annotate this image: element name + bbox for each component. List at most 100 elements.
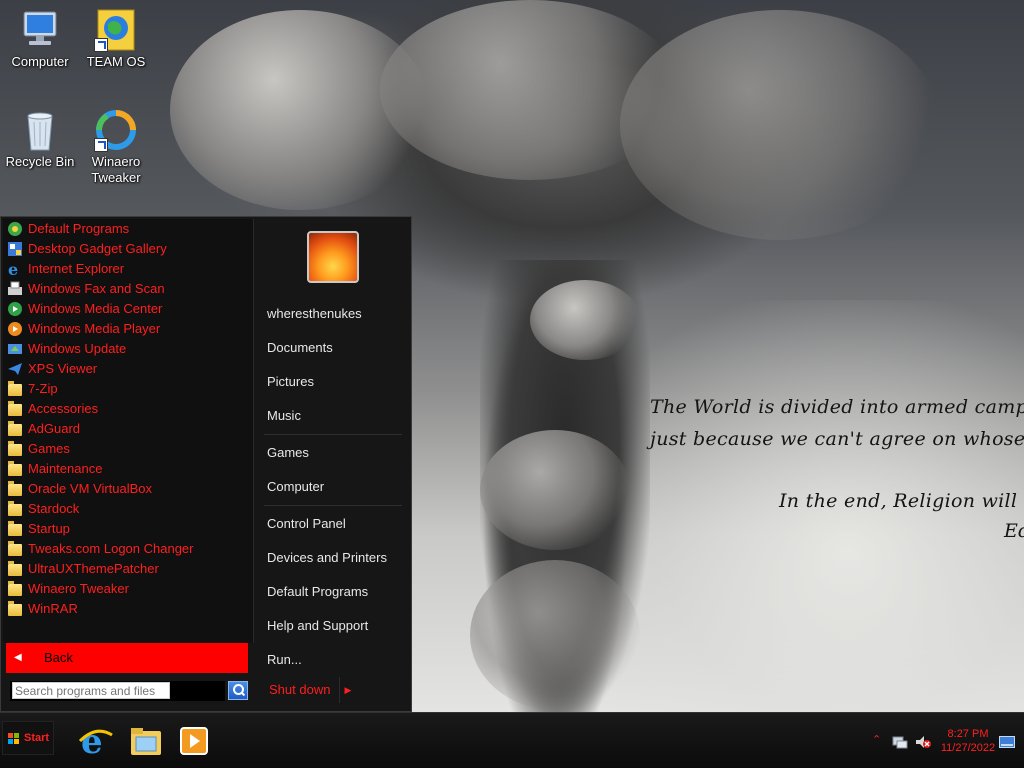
program-label: Desktop Gadget Gallery — [28, 241, 167, 256]
right-item-games[interactable]: Games — [254, 441, 404, 465]
program-folder[interactable]: Winaero Tweaker — [3, 579, 253, 599]
folder-icon — [8, 481, 22, 496]
clock-date: 11/27/2022 — [940, 742, 996, 754]
program-item[interactable]: Windows Fax and Scan — [3, 279, 253, 299]
desktop-icon-label: Recycle Bin — [5, 154, 75, 169]
desktop-icon-label: TEAM OS — [86, 54, 146, 69]
volume-muted-icon[interactable] — [915, 735, 931, 749]
start-button[interactable]: Start — [2, 721, 54, 755]
program-folder[interactable]: Maintenance — [3, 459, 253, 479]
windows-logo-icon — [8, 733, 20, 745]
program-item[interactable]: e Internet Explorer — [3, 259, 253, 279]
computer-icon — [18, 8, 62, 52]
right-item-control-panel[interactable]: Control Panel — [254, 512, 404, 536]
gadget-gallery-icon — [7, 241, 23, 257]
program-label: Windows Update — [28, 341, 127, 356]
program-label: Windows Media Player — [28, 321, 161, 336]
right-pane-divider — [264, 434, 402, 435]
folder-icon — [8, 521, 22, 536]
internet-explorer-taskbar-icon[interactable]: e — [78, 722, 114, 762]
file-explorer-taskbar-icon[interactable] — [128, 723, 164, 759]
shutdown-label: Shut down — [269, 682, 331, 697]
fax-scan-icon — [7, 281, 23, 297]
start-menu: Default Programs Desktop Gadget Gallery … — [0, 216, 412, 712]
program-folder[interactable]: AdGuard — [3, 419, 253, 439]
program-folder[interactable]: Games — [3, 439, 253, 459]
desktop-icon-team-os[interactable]: TEAM OS — [76, 8, 156, 70]
user-avatar[interactable] — [307, 231, 359, 283]
program-label: AdGuard — [28, 421, 81, 436]
program-label: Games — [28, 441, 70, 456]
desktop-icon-label: Winaero Tweaker — [91, 154, 141, 185]
program-label: Windows Media Center — [28, 301, 163, 316]
program-item[interactable]: Windows Update — [3, 339, 253, 359]
clock-time: 8:27 PM — [947, 728, 989, 740]
program-label: Winaero Tweaker — [28, 581, 129, 596]
internet-explorer-icon: e — [7, 260, 23, 279]
media-center-icon — [7, 301, 23, 317]
program-label: UltraUXThemePatcher — [28, 561, 159, 576]
folder-icon — [8, 561, 22, 576]
recycle-bin-icon — [18, 108, 62, 152]
network-icon[interactable] — [892, 735, 908, 749]
shutdown-options-chevron-icon[interactable]: ▶ — [339, 677, 356, 703]
program-folder[interactable]: Stardock — [3, 499, 253, 519]
search-input[interactable] — [12, 682, 170, 699]
program-item[interactable]: XPS Viewer — [3, 359, 253, 379]
folder-icon — [8, 421, 22, 436]
svg-text:e: e — [81, 723, 103, 759]
folder-icon — [8, 381, 22, 396]
team-os-icon — [94, 8, 138, 52]
program-label: Tweaks.com Logon Changer — [28, 541, 194, 556]
program-folder[interactable]: Startup — [3, 519, 253, 539]
program-folder[interactable]: UltraUXThemePatcher — [3, 559, 253, 579]
start-label: Start — [24, 732, 50, 744]
program-label: Stardock — [28, 501, 80, 516]
program-folder[interactable]: Accessories — [3, 399, 253, 419]
right-item-help-support[interactable]: Help and Support — [254, 614, 404, 638]
right-item-run[interactable]: Run... — [254, 648, 404, 672]
wallpaper-quote-line-4: Ed — [1004, 520, 1024, 542]
program-folder[interactable]: 7-Zip — [3, 379, 253, 399]
program-label: Startup — [28, 521, 70, 536]
right-item-music[interactable]: Music — [254, 404, 404, 428]
program-folder[interactable]: Tweaks.com Logon Changer — [3, 539, 253, 559]
program-label: Default Programs — [28, 221, 130, 236]
program-label: XPS Viewer — [28, 361, 98, 376]
program-folder[interactable]: WinRAR — [3, 599, 253, 619]
right-item-default-programs[interactable]: Default Programs — [254, 580, 404, 604]
folder-icon — [8, 501, 22, 516]
desktop-icon-recycle-bin[interactable]: Recycle Bin — [0, 108, 80, 170]
desktop-icon-computer[interactable]: Computer — [0, 8, 80, 70]
windows-update-icon — [7, 341, 23, 357]
right-item-documents[interactable]: Documents — [254, 336, 404, 360]
program-label: Maintenance — [28, 461, 103, 476]
program-folder[interactable]: Oracle VM VirtualBox — [3, 479, 253, 499]
program-label: Windows Fax and Scan — [28, 281, 165, 296]
right-pane-divider — [264, 505, 402, 506]
desktop-icon-winaero-tweaker[interactable]: Winaero Tweaker — [76, 108, 156, 186]
back-button-label: Back — [44, 650, 73, 665]
media-player-taskbar-icon[interactable] — [176, 723, 212, 759]
folder-icon — [8, 581, 22, 596]
right-item-devices-printers[interactable]: Devices and Printers — [254, 546, 404, 570]
program-item[interactable]: Windows Media Center — [3, 299, 253, 319]
program-item[interactable]: Desktop Gadget Gallery — [3, 239, 253, 259]
svg-text:e: e — [8, 261, 18, 277]
shutdown-area: Shut down ▶ — [253, 677, 409, 707]
search-icon[interactable] — [228, 681, 248, 700]
wallpaper-quote-line-2: just because we can't agree on whose fai… — [650, 428, 1024, 450]
folder-icon — [8, 401, 22, 416]
right-item-user[interactable]: wheresthenukes — [254, 302, 404, 326]
program-item[interactable]: Windows Media Player — [3, 319, 253, 339]
start-menu-right-pane: wheresthenukes Documents Pictures Music … — [254, 219, 410, 709]
show-hidden-icons-chevron-icon[interactable]: ⌃ — [872, 733, 888, 747]
back-button[interactable]: ◀ Back — [6, 643, 248, 673]
show-desktop-icon[interactable] — [999, 735, 1015, 748]
right-item-pictures[interactable]: Pictures — [254, 370, 404, 394]
program-item[interactable]: Default Programs — [3, 219, 253, 239]
wallpaper-quote-line-1: The World is divided into armed camps re… — [650, 396, 1024, 418]
right-item-computer[interactable]: Computer — [254, 475, 404, 499]
taskbar-clock[interactable]: 8:27 PM 11/27/2022 — [937, 727, 999, 755]
start-menu-programs-list: Default Programs Desktop Gadget Gallery … — [3, 219, 254, 643]
